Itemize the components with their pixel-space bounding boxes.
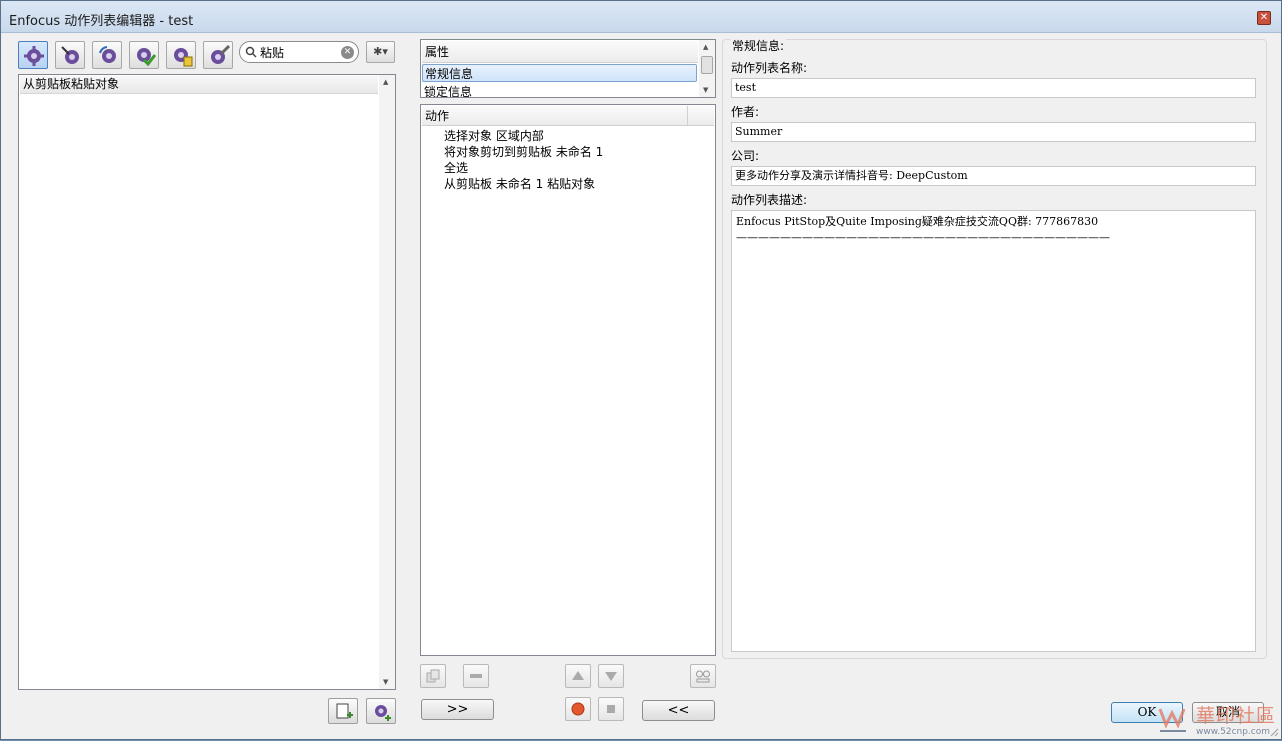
- duplicate-icon: [426, 669, 440, 683]
- gear-info-button[interactable]: [166, 41, 196, 69]
- record-icon: [571, 702, 585, 716]
- author-label: 作者:: [731, 105, 760, 119]
- action-item[interactable]: 全选: [444, 160, 468, 176]
- properties-header: 属性: [422, 41, 698, 63]
- description-line: Enfocus PitStop及Quite Imposing疑难杂症技交流QQ群…: [736, 215, 1099, 228]
- resize-grip-icon[interactable]: [1269, 727, 1279, 737]
- company-field[interactable]: 更多动作分享及演示详情抖音号: DeepCustom: [731, 166, 1256, 186]
- actions-header-label: 动作: [425, 109, 450, 123]
- watermark-url: www.52cnp.com: [1196, 727, 1271, 737]
- property-item-lock[interactable]: 锁定信息: [422, 83, 697, 97]
- action-item[interactable]: 选择对象 区域内部: [444, 128, 544, 144]
- gear-refresh-icon: [99, 46, 116, 63]
- title-bar[interactable]: Enfocus 动作列表编辑器 - test ✕: [1, 1, 1281, 33]
- property-item-general[interactable]: 常规信息: [422, 64, 697, 82]
- scroll-down-icon[interactable]: ▼: [703, 86, 708, 94]
- import-list-button[interactable]: [328, 698, 358, 724]
- properties-scrollbar[interactable]: ▲ ▼: [699, 40, 715, 97]
- triangle-up-icon: [572, 671, 584, 680]
- gear-info-icon: [174, 48, 193, 67]
- gear-tools-icon: [211, 45, 230, 64]
- record-button[interactable]: [565, 697, 591, 721]
- column-separator: [687, 106, 688, 125]
- description-label: 动作列表描述:: [731, 193, 808, 207]
- group-title: 常规信息:: [730, 37, 787, 54]
- actions-list[interactable]: 动作 选择对象 区域内部 将对象剪切到剪贴板 未命名 1 全选 从剪贴板 未命名…: [420, 104, 716, 656]
- minus-icon: [470, 674, 482, 678]
- triangle-down-icon: [605, 672, 617, 681]
- add-to-actions-button[interactable]: >>: [421, 699, 494, 720]
- author-field[interactable]: Summer: [731, 122, 1256, 142]
- name-field[interactable]: test: [731, 78, 1256, 98]
- gear-tools-button[interactable]: [203, 41, 233, 69]
- gear-add-icon: [375, 705, 391, 721]
- gear-refresh-button[interactable]: [92, 41, 122, 69]
- watermark-logo-icon: [1158, 708, 1186, 732]
- window-title: Enfocus 动作列表编辑器 - test: [9, 14, 194, 29]
- gear-check-button[interactable]: [129, 41, 159, 69]
- watermark: 華印社區 www.52cnp.com: [1156, 699, 1282, 741]
- move-up-button[interactable]: [565, 664, 591, 688]
- move-down-button[interactable]: [598, 664, 624, 688]
- duplicate-action-button[interactable]: [420, 664, 446, 688]
- scroll-thumb[interactable]: [701, 56, 713, 74]
- inspect-action-button[interactable]: [690, 664, 716, 688]
- scroll-down-icon[interactable]: ▼: [383, 678, 388, 686]
- gear-icon: [24, 46, 44, 66]
- gear-wand-icon: [61, 46, 79, 64]
- search-input[interactable]: [260, 44, 336, 60]
- action-item[interactable]: 将对象剪切到剪贴板 未命名 1: [444, 144, 603, 160]
- glasses-icon: [696, 670, 710, 683]
- clear-search-icon[interactable]: ✕: [341, 46, 354, 59]
- action-list-editor-window: Enfocus 动作列表编辑器 - test ✕ 粘贴 ✕ ✱▾ 从剪贴板粘贴对…: [0, 0, 1282, 740]
- stop-button[interactable]: [598, 697, 624, 721]
- name-label: 动作列表名称:: [731, 61, 808, 75]
- properties-list[interactable]: 属性 常规信息 锁定信息 ▲ ▼: [420, 39, 716, 98]
- description-line: ——————————————————————————————————: [736, 231, 1110, 244]
- watermark-text: 華印社區: [1196, 705, 1277, 727]
- search-icon: [245, 46, 257, 58]
- remove-from-actions-button[interactable]: <<: [642, 700, 715, 721]
- document-add-icon: [336, 703, 353, 719]
- gear-wand-button[interactable]: [55, 41, 85, 69]
- action-list-panel[interactable]: 从剪贴板粘贴对象 ▲ ▼: [18, 74, 396, 690]
- options-dropdown-button[interactable]: ✱▾: [366, 41, 395, 63]
- scroll-up-icon[interactable]: ▲: [703, 43, 708, 51]
- actions-header: 动作: [422, 106, 714, 126]
- search-box[interactable]: ✕: [239, 41, 359, 63]
- gear-check-icon: [137, 48, 156, 67]
- company-label: 公司:: [731, 149, 760, 163]
- action-item[interactable]: 从剪贴板 未命名 1 粘贴对象: [444, 176, 595, 192]
- stop-icon: [607, 705, 615, 713]
- remove-action-button[interactable]: [463, 664, 489, 688]
- gear-filter-all-button[interactable]: [18, 41, 48, 69]
- description-textarea[interactable]: Enfocus PitStop及Quite Imposing疑难杂症技交流QQ群…: [731, 210, 1256, 652]
- left-list-scrollbar[interactable]: ▲ ▼: [379, 75, 395, 689]
- add-gear-button[interactable]: [366, 698, 396, 724]
- scroll-up-icon[interactable]: ▲: [383, 78, 388, 86]
- list-item[interactable]: 从剪贴板粘贴对象: [20, 76, 378, 94]
- close-button[interactable]: ✕: [1257, 11, 1271, 25]
